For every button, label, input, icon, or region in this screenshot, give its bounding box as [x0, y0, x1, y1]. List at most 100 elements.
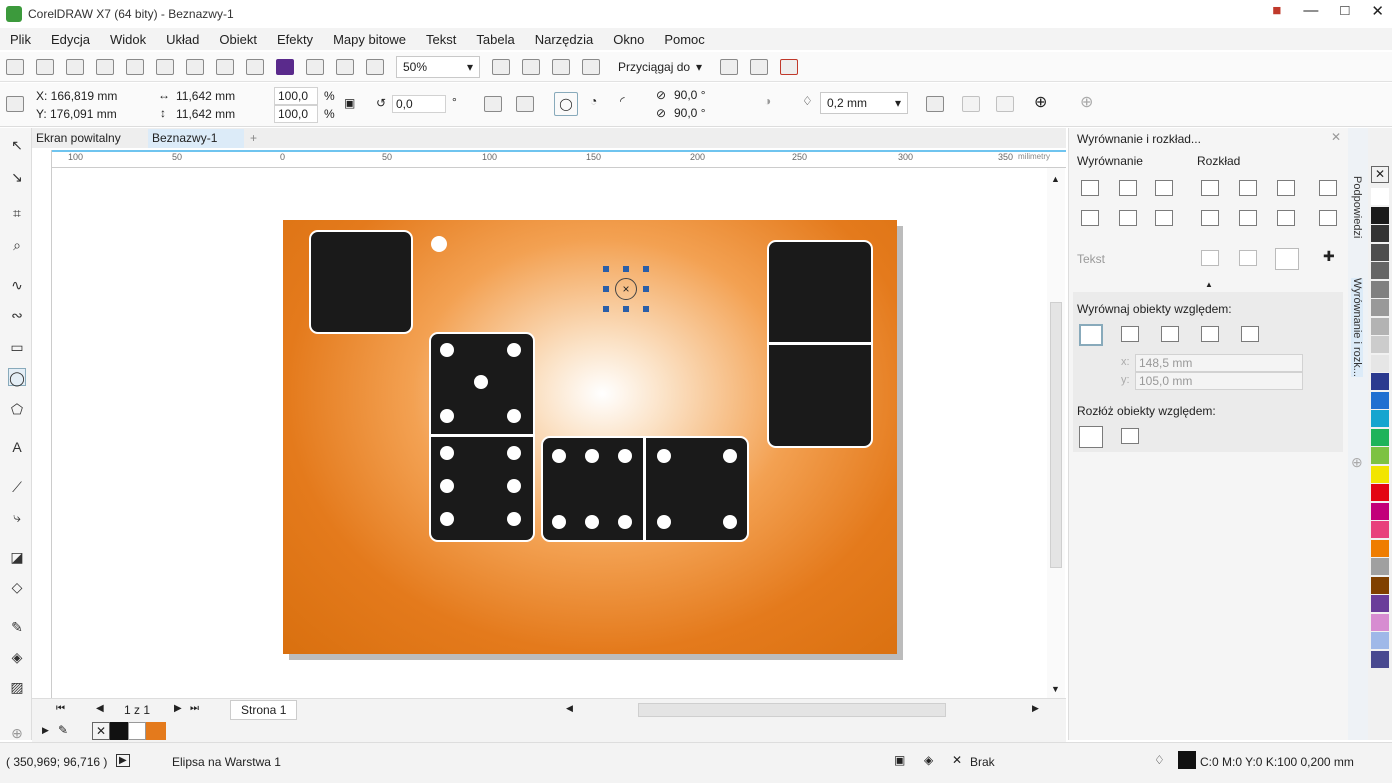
align-center-v-icon[interactable] [1119, 210, 1137, 226]
palette-swatch[interactable] [1371, 262, 1389, 279]
interactive-fill-icon[interactable]: ◈ [8, 648, 26, 666]
next-page-icon[interactable]: ▶ [174, 703, 182, 714]
distribute-bottom-icon[interactable] [1277, 210, 1295, 226]
color-proofing-icon[interactable]: ▣ [894, 753, 905, 767]
palette-swatch[interactable] [1371, 539, 1389, 557]
domino-tile-blank-vertical[interactable] [767, 240, 873, 448]
zoom-tool-icon[interactable]: ⌕ [8, 236, 26, 254]
y-position[interactable]: Y: 176,091 mm [36, 107, 117, 121]
palette-swatch[interactable] [1371, 558, 1389, 575]
save-icon[interactable] [66, 58, 84, 75]
distribute-to-page-icon[interactable] [1121, 428, 1139, 444]
menu-tekst[interactable]: Tekst [416, 32, 466, 47]
transparency-tool-icon[interactable]: ◇ [8, 578, 26, 596]
distribute-center-h-icon[interactable] [1239, 180, 1257, 196]
rotation-input[interactable]: 0,0 [392, 95, 446, 113]
wrap-text-icon[interactable] [926, 96, 944, 112]
selection-handle[interactable] [603, 286, 609, 292]
selection-handle[interactable] [623, 266, 629, 272]
print-icon[interactable] [96, 58, 114, 75]
menu-uklad[interactable]: Układ [156, 32, 209, 47]
maximize-icon[interactable]: □ [1340, 2, 1349, 20]
open-icon[interactable] [36, 58, 54, 75]
palette-swatch[interactable] [1371, 188, 1389, 205]
pie-mode-icon[interactable]: ◔ [590, 94, 597, 108]
menu-edycja[interactable]: Edycja [41, 32, 100, 47]
y-point-input[interactable]: 105,0 mm [1135, 372, 1303, 390]
align-to-grid-icon[interactable] [1201, 326, 1219, 342]
align-to-point-icon[interactable] [1241, 326, 1259, 342]
add-icon[interactable]: ⊕ [1080, 92, 1093, 112]
distribute-center-v-icon[interactable] [1239, 210, 1257, 226]
cut-icon[interactable] [126, 58, 144, 75]
swatch-none[interactable]: ✕ [92, 722, 110, 740]
collapse-icon[interactable]: ▲ [1205, 280, 1213, 289]
selection-handle[interactable] [643, 286, 649, 292]
minimize-icon[interactable]: — [1303, 2, 1318, 20]
selection-handle[interactable] [623, 306, 629, 312]
palette-swatch[interactable] [1371, 632, 1389, 649]
palette-swatch[interactable] [1371, 447, 1389, 464]
play-icon[interactable]: ▶ [116, 754, 130, 767]
palette-swatch[interactable] [1371, 317, 1389, 335]
palette-swatch[interactable] [1371, 243, 1389, 261]
last-page-icon[interactable]: ⏭ [190, 703, 199, 714]
palette-swatch[interactable] [1371, 225, 1389, 242]
scroll-down-icon[interactable]: ▼ [1051, 684, 1060, 694]
parallel-dimension-icon[interactable]: ⟋ [8, 478, 26, 496]
align-to-page-center-icon[interactable] [1161, 326, 1179, 342]
grid-icon[interactable] [582, 58, 600, 75]
x-point-input[interactable]: 148,5 mm [1135, 354, 1303, 372]
menu-obiekt[interactable]: Obiekt [209, 32, 267, 47]
palette-swatch[interactable] [1371, 391, 1389, 409]
menu-plik[interactable]: Plik [0, 32, 41, 47]
menu-tabela[interactable]: Tabela [466, 32, 524, 47]
rectangle-tool-icon[interactable]: ▭ [8, 338, 26, 356]
x-position[interactable]: X: 166,819 mm [36, 89, 117, 103]
change-direction-icon[interactable]: ◑ [764, 94, 771, 108]
pick-tool-icon[interactable]: ↖ [8, 136, 26, 154]
new-document-icon[interactable] [6, 58, 24, 75]
scroll-up-icon[interactable]: ▲ [1051, 174, 1060, 184]
text-frame-icon[interactable] [1275, 248, 1299, 270]
full-screen-icon[interactable] [492, 58, 510, 75]
connector-tool-icon[interactable]: ⤷ [8, 508, 26, 526]
palette-no-color-icon[interactable]: ✕ [1371, 166, 1389, 183]
text-tool-icon[interactable]: A [8, 438, 26, 456]
distribute-right-icon[interactable] [1277, 180, 1295, 196]
polygon-tool-icon[interactable]: ⬠ [8, 400, 26, 418]
undo-icon[interactable] [216, 58, 234, 75]
menu-widok[interactable]: Widok [100, 32, 156, 47]
page-background[interactable]: × [283, 220, 897, 654]
mirror-horizontal-icon[interactable] [484, 96, 502, 112]
add-tool-icon[interactable]: ⊕ [8, 724, 26, 742]
application-launcher-icon[interactable] [750, 58, 769, 75]
first-page-icon[interactable]: ⏮ [56, 703, 65, 714]
selection-handle[interactable] [643, 266, 649, 272]
palette-swatch[interactable] [1371, 354, 1389, 372]
align-top-icon[interactable] [1081, 210, 1099, 226]
tab-hints[interactable]: Podpowiedzi [1351, 176, 1363, 238]
options-icon[interactable] [720, 58, 739, 75]
pin-icon[interactable]: ✚ [1323, 248, 1335, 265]
menu-pomoc[interactable]: Pomoc [654, 32, 714, 47]
palette-swatch[interactable] [1371, 595, 1389, 612]
palette-swatch[interactable] [1371, 484, 1389, 501]
palette-swatch[interactable] [1371, 521, 1389, 538]
rulers-icon[interactable] [522, 58, 540, 75]
small-circle[interactable] [431, 236, 447, 252]
start-angle-value[interactable]: 90,0 ° [674, 88, 706, 102]
hscroll-thumb[interactable] [638, 703, 946, 717]
object-width[interactable]: 11,642 mm [176, 89, 235, 103]
swatch-orange[interactable] [146, 722, 166, 740]
end-angle-value[interactable]: 90,0 ° [674, 106, 706, 120]
domino-tile-horizontal[interactable] [541, 436, 749, 542]
selected-ellipse[interactable]: × [603, 266, 649, 312]
publish-pdf-icon[interactable] [366, 58, 384, 75]
outline-width-select[interactable]: 0,2 mm ▾ [820, 92, 908, 114]
palette-swatch[interactable] [1371, 502, 1389, 520]
freehand-tool-icon[interactable]: ∿ [8, 276, 26, 294]
artistic-media-icon[interactable]: ∾ [8, 306, 26, 324]
smart-fill-icon[interactable]: ▨ [8, 678, 26, 696]
new-tab-icon[interactable]: + [246, 129, 261, 148]
